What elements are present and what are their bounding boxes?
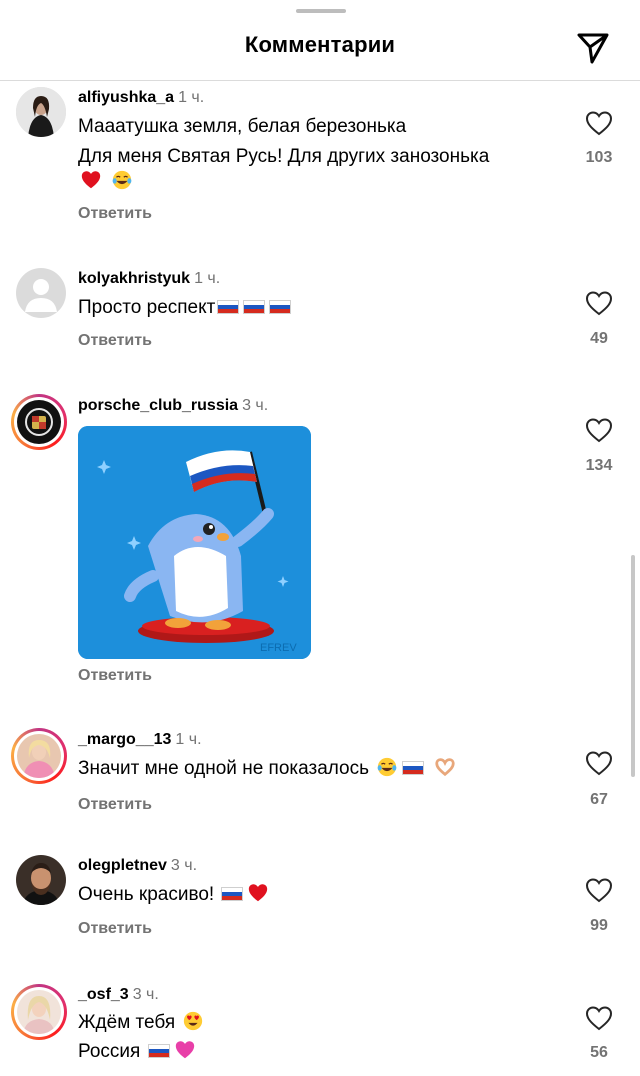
comment-text: Мааатушка земля, белая березонька xyxy=(78,116,407,137)
like-count: 56 xyxy=(590,1044,608,1061)
heart-hands-icon xyxy=(434,758,455,777)
reply-button[interactable]: Ответить xyxy=(78,920,152,938)
tears-of-joy-icon xyxy=(112,170,132,190)
russia-flag-icon xyxy=(243,300,266,314)
avatar xyxy=(17,734,61,778)
comment-time: 1 ч. xyxy=(194,270,221,287)
red-heart-icon xyxy=(81,171,101,189)
like-count: 49 xyxy=(590,330,608,347)
russia-flag-icon xyxy=(269,300,292,314)
heart-icon[interactable] xyxy=(585,290,613,316)
comments-header: Комментарии xyxy=(0,0,640,81)
comments-sheet: Комментарии alfiyushka_a 1 ч. Мааатушка з… xyxy=(0,0,640,1076)
comment-time: 1 ч. xyxy=(175,731,202,748)
avatar[interactable] xyxy=(16,268,66,318)
russia-flag-icon xyxy=(217,300,240,314)
heart-icon[interactable] xyxy=(585,750,613,776)
like-count: 134 xyxy=(585,457,613,474)
comment-time: 3 ч. xyxy=(242,397,269,414)
username[interactable]: _osf_3 xyxy=(78,986,129,1003)
pink-heart-icon xyxy=(175,1041,194,1059)
like-count: 103 xyxy=(585,149,613,166)
reply-button[interactable]: Ответить xyxy=(78,332,152,350)
comment-text: Ждём тебя xyxy=(78,1012,176,1033)
reply-button[interactable]: Ответить xyxy=(78,205,152,223)
send-icon[interactable] xyxy=(573,26,613,66)
username[interactable]: kolyakhristyuk xyxy=(78,270,190,287)
username[interactable]: olegpletnev xyxy=(78,857,167,874)
comment-text: Для меня Святая Русь! Для других занозон… xyxy=(78,146,490,167)
comment-time: 1 ч. xyxy=(178,89,205,106)
avatar[interactable] xyxy=(16,87,66,137)
avatar xyxy=(17,400,61,444)
story-ring[interactable] xyxy=(11,984,67,1040)
comment-emoji-line xyxy=(78,167,135,197)
heart-icon[interactable] xyxy=(585,110,613,136)
heart-icon[interactable] xyxy=(585,417,613,443)
scrollbar[interactable] xyxy=(631,555,635,777)
username[interactable]: alfiyushka_a xyxy=(78,89,174,106)
header-title: Комментарии xyxy=(244,32,396,57)
comment-text: Просто респект xyxy=(78,297,216,318)
avatar[interactable] xyxy=(16,855,66,905)
heart-eyes-icon xyxy=(184,1011,203,1031)
story-ring[interactable] xyxy=(11,728,67,784)
reply-button[interactable]: Ответить xyxy=(78,796,152,814)
russia-flag-icon xyxy=(147,1044,170,1058)
username[interactable]: porsche_club_russia xyxy=(78,397,238,414)
like-count: 99 xyxy=(590,917,608,934)
comment-text: Очень красиво! xyxy=(78,884,215,905)
reply-button[interactable]: Ответить xyxy=(78,667,152,685)
username[interactable]: _margo__13 xyxy=(78,731,171,748)
comment-text: Значит мне одной не показалось xyxy=(78,758,370,779)
penguin-sticker[interactable]: EFREV xyxy=(78,426,311,659)
avatar xyxy=(17,990,61,1034)
tears-of-joy-icon xyxy=(377,757,397,777)
comment-time: 3 ч. xyxy=(132,986,159,1003)
comment-time: 3 ч. xyxy=(170,857,198,874)
russia-flag-icon xyxy=(221,887,244,901)
russia-flag-icon xyxy=(402,761,425,775)
like-count: 67 xyxy=(590,791,608,808)
heart-icon[interactable] xyxy=(585,1005,613,1031)
sticker-watermark: EFREV xyxy=(260,642,297,654)
comment-text: Россия xyxy=(78,1041,141,1062)
story-ring[interactable] xyxy=(11,394,67,450)
red-heart-icon xyxy=(249,884,268,902)
heart-icon[interactable] xyxy=(585,877,613,903)
